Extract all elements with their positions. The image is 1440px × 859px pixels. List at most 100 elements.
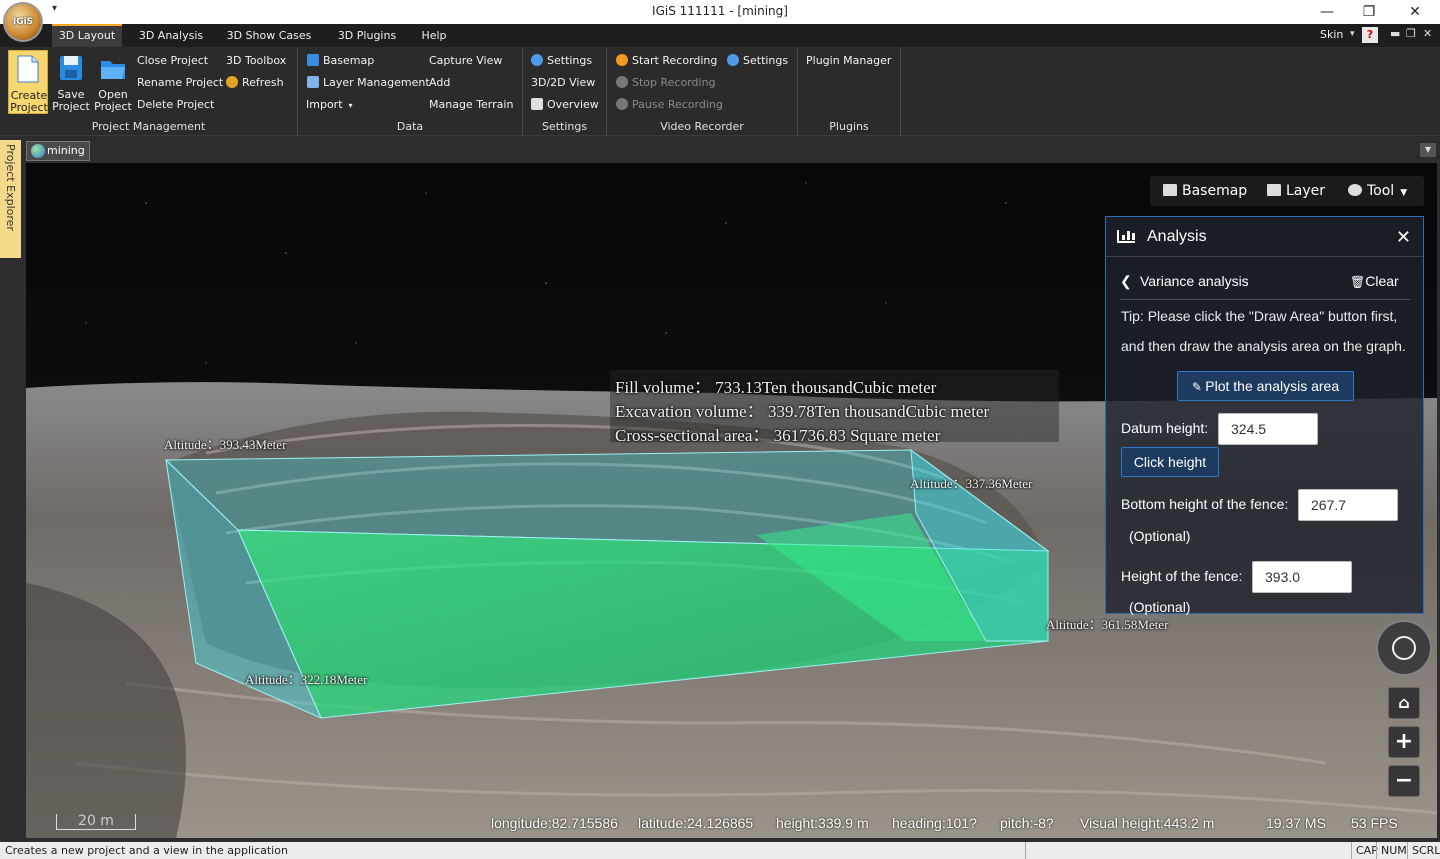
close-button[interactable]: ✕ — [1404, 2, 1426, 22]
minimize-button[interactable]: — — [1316, 2, 1338, 22]
pause-recording-button[interactable]: Pause Recording — [616, 98, 723, 111]
basemap-icon — [307, 54, 319, 66]
group-label-plugins: Plugins — [829, 120, 869, 133]
excavation-volume-label: Excavation volume： 339.78Ten thousandCub… — [615, 402, 990, 421]
refresh-label: Refresh — [242, 76, 284, 89]
compass-control[interactable] — [1376, 620, 1432, 676]
group-plugins: Plugin Manager Plugins — [798, 47, 901, 136]
datum-height-input[interactable]: 324.5 — [1218, 413, 1318, 445]
menu-bar: 3D Layout 3D Analysis 3D Show Cases 3D P… — [0, 24, 1440, 47]
back-chevron-icon[interactable]: ❮ — [1120, 273, 1132, 290]
altitude-label-top-right: Altitude：337.36Meter — [910, 476, 1033, 491]
ribbon-minimize-icon[interactable]: ▬ — [1390, 27, 1400, 40]
basemap-toolbar-button[interactable]: Basemap — [1163, 176, 1247, 206]
restore-button[interactable]: ❐ — [1358, 2, 1380, 22]
skin-dropdown-icon[interactable]: ▾ — [1350, 29, 1355, 39]
tool-toolbar-label: Tool — [1367, 183, 1395, 199]
fence-height-label: Height of the fence: — [1121, 568, 1243, 584]
tab-help[interactable]: Help — [414, 24, 454, 47]
bottom-height-optional: (Optional) — [1129, 528, 1191, 544]
plugin-manager-button[interactable]: Plugin Manager — [806, 54, 891, 67]
group-settings: Settings 3D/2D View Overview Settings — [523, 47, 607, 136]
delete-project-button[interactable]: Delete Project — [137, 98, 214, 111]
zoom-out-button[interactable]: − — [1388, 765, 1420, 797]
refresh-button[interactable]: Refresh — [226, 76, 284, 89]
layer-management-label: Layer Management — [323, 76, 430, 89]
save-icon — [60, 56, 82, 80]
analysis-header: Analysis ✕ — [1106, 217, 1423, 257]
create-project-button[interactable]: Create Project — [8, 50, 48, 114]
rename-project-button[interactable]: Rename Project — [137, 76, 223, 89]
help-icon[interactable]: ? — [1362, 27, 1378, 43]
overview-icon — [531, 98, 543, 110]
layer-toolbar-button[interactable]: Layer — [1267, 176, 1325, 206]
new-document-icon — [17, 55, 39, 83]
layers-icon — [307, 76, 319, 88]
title-bar: ▾ IGiS 111111 - [mining] — ❐ ✕ — [0, 0, 1440, 24]
status-spacer — [1025, 842, 1351, 859]
close-project-button[interactable]: Close Project — [137, 54, 208, 67]
tab-dropdown-icon[interactable]: ▼ — [1420, 143, 1436, 157]
bottom-height-input[interactable]: 267.7 — [1298, 489, 1398, 521]
group-video-recorder: Start Recording Stop Recording Pause Rec… — [607, 47, 798, 136]
tip-line-1: Tip: Please click the "Draw Area" button… — [1121, 308, 1398, 324]
add-button[interactable]: Add — [429, 76, 450, 89]
video-gear-icon — [727, 54, 739, 66]
settings-button[interactable]: Settings — [531, 54, 592, 67]
import-button[interactable]: Import ▾ — [306, 98, 353, 111]
bottom-height-label: Bottom height of the fence: — [1121, 496, 1289, 512]
doc-tab-mining[interactable]: mining — [26, 141, 90, 161]
start-recording-button[interactable]: Start Recording — [616, 54, 717, 67]
video-settings-button[interactable]: Settings — [727, 54, 788, 67]
skin-menu[interactable]: Skin — [1320, 28, 1343, 41]
import-label: Import — [306, 98, 343, 111]
map-icon — [1163, 184, 1177, 196]
analysis-close-icon[interactable]: ✕ — [1396, 227, 1411, 248]
project-explorer-label: Project Explorer — [4, 144, 17, 231]
tab-3d-show-cases[interactable]: 3D Show Cases — [222, 24, 316, 47]
3d-toolbox-button[interactable]: 3D Toolbox — [226, 54, 286, 67]
pause-recording-label: Pause Recording — [632, 98, 723, 111]
zoom-in-button[interactable]: + — [1388, 726, 1420, 758]
app-logo[interactable]: IGiS — [3, 2, 43, 42]
plot-analysis-area-button[interactable]: ✎ Plot the analysis area — [1177, 371, 1354, 401]
ribbon-close-icon[interactable]: ✕ — [1423, 27, 1432, 40]
tab-3d-analysis[interactable]: 3D Analysis — [134, 24, 208, 47]
scale-bar: 20 m — [56, 814, 136, 830]
doc-tab-label: mining — [47, 144, 85, 157]
clear-button[interactable]: 🗑Clear — [1350, 273, 1399, 289]
save-project-button[interactable]: Save Project — [51, 50, 91, 114]
home-button[interactable]: ⌂ — [1388, 687, 1420, 719]
manage-terrain-button[interactable]: Manage Terrain — [429, 98, 513, 111]
tab-3d-plugins[interactable]: 3D Plugins — [330, 24, 404, 47]
project-explorer-tab[interactable]: Project Explorer — [0, 140, 21, 258]
click-height-button[interactable]: Click height — [1121, 447, 1219, 477]
basemap-ribbon-button[interactable]: Basemap — [307, 54, 374, 67]
stop-icon — [616, 76, 628, 88]
group-label-data: Data — [396, 120, 424, 133]
layer-management-button[interactable]: Layer Management — [307, 76, 430, 89]
capture-view-button[interactable]: Capture View — [429, 54, 502, 67]
group-data: Basemap Layer Management Import ▾ Capture… — [298, 47, 523, 136]
save-project-label: Save Project — [52, 88, 90, 113]
stop-recording-button[interactable]: Stop Recording — [616, 76, 716, 89]
start-recording-label: Start Recording — [632, 54, 718, 67]
gear-icon — [531, 54, 543, 66]
fence-height-input[interactable]: 393.0 — [1252, 561, 1352, 593]
pause-icon — [616, 98, 628, 110]
ribbon: Create Project Save Project Open Project… — [0, 47, 1440, 136]
tab-3d-layout[interactable]: 3D Layout — [52, 24, 122, 47]
ribbon-restore-icon[interactable]: ❐ — [1406, 27, 1416, 40]
overview-button[interactable]: Overview — [531, 98, 599, 111]
fill-volume-label: Fill volume： 733.13Ten thousandCubic met… — [615, 378, 937, 397]
longitude-readout: longitude:82.715586 — [491, 815, 618, 831]
group-label-settings: Settings — [541, 120, 588, 133]
num-lock-indicator: NUM — [1376, 842, 1411, 859]
frame-time-readout: 19.37 MS — [1266, 815, 1326, 831]
tool-toolbar-button[interactable]: Tool ▼ — [1348, 176, 1407, 206]
window-title: IGiS 111111 - [mining] — [652, 4, 788, 18]
tool-dropdown-icon: ▼ — [1400, 188, 1408, 198]
status-message: Creates a new project and a view in the … — [5, 844, 288, 857]
view-2d3d-button[interactable]: 3D/2D View — [531, 76, 595, 89]
open-project-button[interactable]: Open Project — [93, 50, 133, 114]
